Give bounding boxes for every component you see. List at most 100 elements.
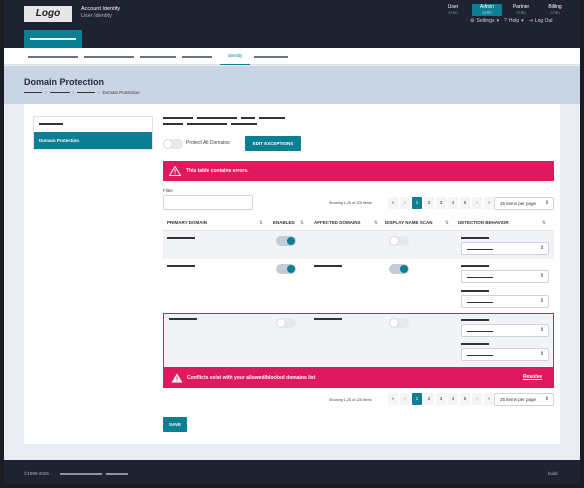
description-text [259, 117, 285, 119]
sort-updown-icon: ⇕ [539, 350, 544, 357]
sort-updown-icon: ⇕ [539, 297, 544, 304]
sort-icon[interactable]: ⇅ [259, 220, 263, 226]
display-name-scan-toggle[interactable] [389, 236, 409, 246]
sidebar-item[interactable] [34, 117, 152, 132]
detection-behavior-select[interactable]: ⇕ [461, 270, 549, 283]
tab-item[interactable] [84, 56, 134, 58]
showing-count: Showing 1-25 of 125 items [329, 398, 372, 402]
tab-item[interactable] [140, 56, 176, 58]
edit-exceptions-button[interactable]: EDIT EXCEPTIONS [245, 136, 301, 151]
detection-behavior-select[interactable]: ⇕ [461, 295, 549, 308]
items-per-page-select[interactable]: 25 items per page ⇕ [494, 393, 554, 406]
tab-item[interactable] [28, 56, 78, 58]
page-button-2[interactable]: 2 [424, 197, 434, 209]
page-button-2[interactable]: 2 [424, 393, 434, 405]
description-text [187, 123, 227, 125]
page-button-1[interactable]: 1 [412, 393, 422, 405]
toggle-knob [400, 265, 408, 273]
last-page-button[interactable]: » [484, 393, 494, 405]
items-per-page-select[interactable]: 25 items per page ⇕ [494, 197, 554, 210]
help-icon: ? [504, 18, 507, 24]
save-button[interactable]: SAVE [163, 417, 187, 432]
sort-icon[interactable]: ⇅ [542, 220, 546, 226]
help-menu[interactable]: ? Help ▾ [504, 18, 524, 24]
enabled-toggle[interactable] [276, 264, 296, 274]
tab-identity[interactable]: Identity [220, 51, 250, 65]
breadcrumb-item[interactable] [49, 91, 70, 94]
copyright: ©1999-2026 [24, 471, 49, 476]
settings-menu[interactable]: ⚙ Settings ▾ [470, 18, 499, 24]
role-partner-sub: STRD [516, 11, 526, 15]
next-page-button[interactable]: › [472, 197, 482, 209]
sort-icon[interactable]: ⇅ [445, 220, 449, 226]
role-admin[interactable]: Admin STRD [472, 4, 502, 16]
column-header-affected-domains[interactable]: AFFECTED DOMAINS [314, 220, 361, 225]
page-button-1[interactable]: 1 [412, 197, 422, 209]
detection-behavior-select[interactable]: ⇕ [461, 324, 549, 337]
prev-page-button[interactable]: ‹ [400, 393, 410, 405]
protect-all-toggle[interactable] [163, 139, 183, 149]
breadcrumb-current: Domain Protection [102, 90, 140, 95]
tab-item[interactable] [254, 56, 288, 58]
page-button-4[interactable]: 4 [448, 197, 458, 209]
first-page-button[interactable]: « [388, 197, 398, 209]
detection-behavior-select[interactable]: ⇕ [461, 242, 549, 255]
filter-input[interactable] [163, 195, 253, 210]
breadcrumb: › › › Domain Protection [24, 90, 140, 95]
footer-link[interactable] [106, 473, 128, 475]
toggle-knob [287, 265, 295, 273]
select-value [467, 301, 493, 303]
sidebar-item-domain-protection[interactable]: Domain Protection [34, 132, 152, 149]
select-value [467, 354, 493, 356]
description-text [241, 117, 255, 119]
select-value [467, 330, 493, 332]
detection-behavior-select[interactable]: ⇕ [461, 348, 549, 361]
sidebar-item-label [39, 123, 63, 125]
next-page-button[interactable]: › [472, 393, 482, 405]
page-button-3[interactable]: 3 [436, 197, 446, 209]
sort-icon[interactable]: ⇅ [374, 220, 378, 226]
breadcrumb-separator: › [45, 90, 47, 95]
sort-icon[interactable]: ⇅ [300, 220, 304, 226]
account-title: Account Identity [81, 6, 121, 12]
tab-item[interactable] [182, 56, 212, 58]
footer-link[interactable] [60, 473, 102, 475]
sort-updown-icon: ⇕ [539, 244, 544, 251]
display-name-scan-toggle[interactable] [389, 318, 409, 328]
role-user[interactable]: User STRD [438, 4, 468, 16]
column-header-display-name-scan[interactable]: DISPLAY NAME SCAN [385, 220, 433, 225]
sort-updown-icon: ⇕ [544, 200, 549, 206]
protect-all-label: Protect All Domains [186, 140, 230, 146]
page-button-3[interactable]: 3 [436, 393, 446, 405]
sort-updown-icon: ⇕ [539, 326, 544, 333]
page-button-5[interactable]: 5 [460, 393, 470, 405]
subnav-active-tab[interactable] [24, 30, 82, 48]
role-billing[interactable]: Billing STRD [540, 4, 570, 16]
column-header-enabled[interactable]: ENABLED [273, 220, 295, 225]
resolve-link[interactable]: Resolve [523, 374, 542, 380]
breadcrumb-item[interactable] [24, 91, 42, 94]
column-header-detection-behavior[interactable]: DETECTION BEHAVIOR [458, 220, 509, 225]
page-button-4[interactable]: 4 [448, 393, 458, 405]
primary-domain-cell [169, 318, 197, 320]
role-partner[interactable]: Partner STRD [506, 4, 536, 16]
role-admin-sub: STRD [482, 11, 492, 15]
enabled-toggle[interactable] [276, 236, 296, 246]
detection-label [461, 237, 489, 239]
enabled-toggle[interactable] [276, 318, 296, 328]
description-text [163, 117, 193, 119]
affected-domains-cell [314, 318, 342, 320]
role-billing-sub: STRD [550, 11, 560, 15]
utility-links: ⚙ Settings ▾ ? Help ▾ ⇥ Log Out [470, 18, 553, 24]
page-button-5[interactable]: 5 [460, 197, 470, 209]
account-info[interactable]: Account Identity User Identity [81, 6, 120, 20]
prev-page-button[interactable]: ‹ [400, 197, 410, 209]
last-page-button[interactable]: » [484, 197, 494, 209]
column-header-primary-domain[interactable]: PRIMARY DOMAIN [167, 220, 207, 225]
showing-count: Showing 1-25 of 125 items [329, 201, 372, 205]
breadcrumb-item[interactable] [77, 91, 95, 94]
display-name-scan-toggle[interactable] [389, 264, 409, 274]
logout-link[interactable]: ⇥ Log Out [529, 18, 553, 24]
first-page-button[interactable]: « [388, 393, 398, 405]
sidebar: Domain Protection [33, 116, 153, 150]
